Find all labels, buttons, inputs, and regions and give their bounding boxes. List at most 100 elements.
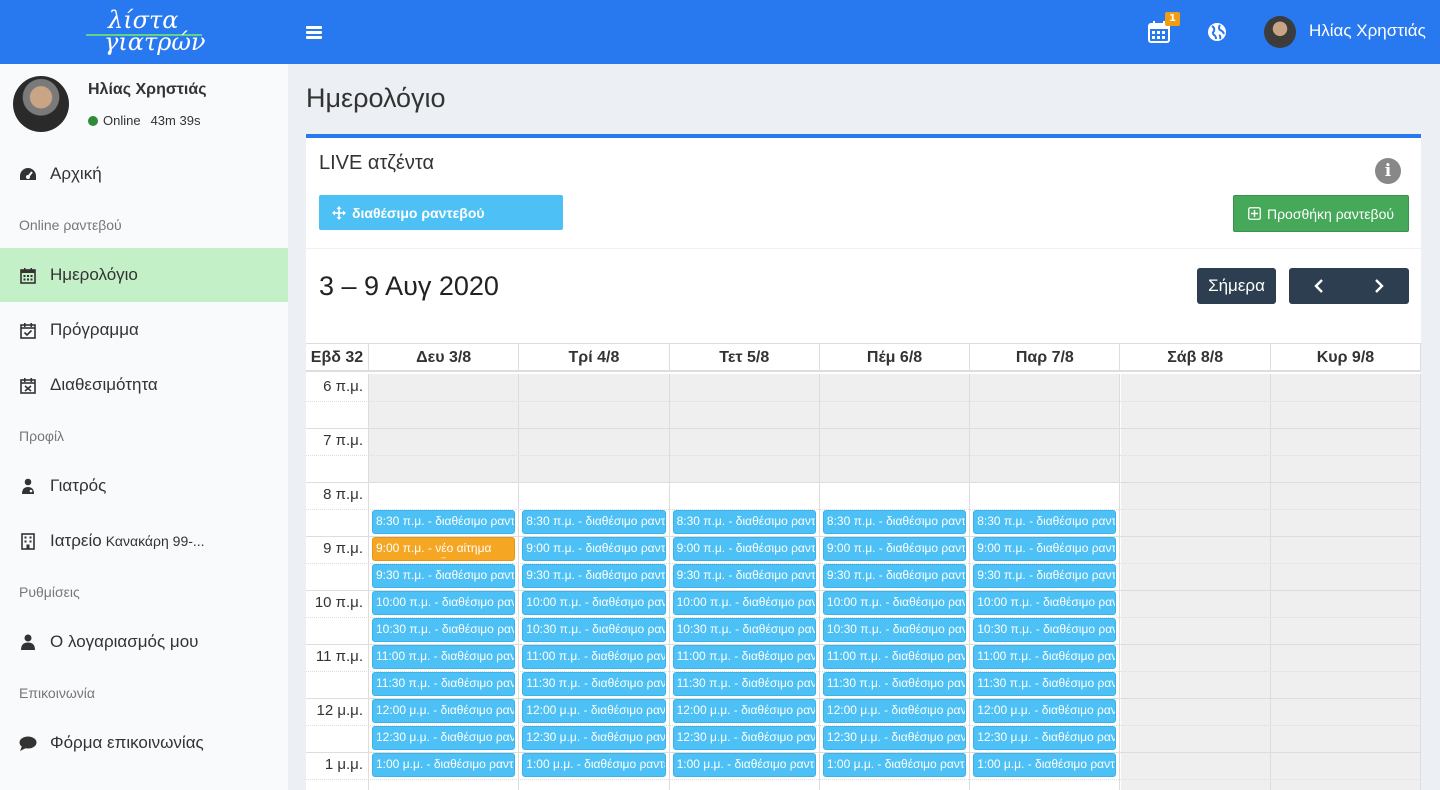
plus-square-icon <box>1248 207 1261 220</box>
sidebar-avatar <box>13 76 69 132</box>
day-header[interactable]: Τετ 5/8 <box>670 344 820 371</box>
available-slot-event[interactable]: 12:30 μ.μ. - διαθέσιμο ραντεβού <box>822 726 967 750</box>
available-slot-event[interactable]: 10:30 π.μ. - διαθέσιμο ραντεβού <box>522 618 666 642</box>
logo[interactable]: λίστα γιατρών <box>82 6 206 58</box>
sidebar-item-clinic[interactable]: Ιατρείο Κανακάρη 99-... <box>0 514 288 568</box>
available-slot-event[interactable]: 10:30 π.μ. - διαθέσιμο ραντεβού <box>672 618 816 642</box>
sidebar-header-online: Online ραντεβού <box>19 217 122 233</box>
available-slot-event[interactable]: 9:00 π.μ. - διαθέσιμο ραντεβού <box>973 537 1117 561</box>
available-slot-event[interactable]: 10:00 π.μ. - διαθέσιμο ραντεβού <box>672 591 816 615</box>
available-slot-event[interactable]: 10:00 π.μ. - διαθέσιμο ραντεβού <box>973 591 1117 615</box>
sidebar-item-label: Φόρμα επικοινωνίας <box>50 733 204 752</box>
time-label: 1 μ.μ. <box>324 756 363 773</box>
resize-handle[interactable]: = <box>373 554 514 560</box>
day-header[interactable]: Παρ 7/8 <box>970 344 1121 371</box>
available-slot-event[interactable]: 1:00 μ.μ. - διαθέσιμο ραντεβού <box>672 753 816 777</box>
new-request-event[interactable]: 9:00 π.μ. - νέο αίτημα = <box>372 537 516 561</box>
available-slot-event[interactable]: 12:30 μ.μ. - διαθέσιμο ραντεβού <box>522 726 666 750</box>
week-calendar: Εβδ 32 Δευ 3/8 Τρί 4/8 Τετ 5/8 Πέμ 6/8 Παρ 7/… <box>306 343 1422 790</box>
available-slot-event[interactable]: 8:30 π.μ. - διαθέσιμο ραντεβού <box>822 510 967 534</box>
add-appointment-button[interactable]: Προσθήκη ραντεβού <box>1233 195 1409 232</box>
available-slot-event[interactable]: 10:30 π.μ. - διαθέσιμο ραντεβού <box>372 618 516 642</box>
available-slot-event[interactable]: 9:30 π.μ. - διαθέσιμο ραντεβού <box>672 564 816 588</box>
available-slot-event[interactable]: 11:00 π.μ. - διαθέσιμο ραντεβού <box>973 645 1117 669</box>
day-header[interactable]: Κυρ 9/8 <box>1271 344 1422 371</box>
available-slot-event[interactable]: 11:00 π.μ. - διαθέσιμο ραντεβού <box>372 645 516 669</box>
available-slot-event[interactable]: 9:00 π.μ. - διαθέσιμο ραντεβού <box>822 537 967 561</box>
session-time: 43m 39s <box>150 113 201 128</box>
available-slot-event[interactable]: 11:30 π.μ. - διαθέσιμο ραντεβού <box>822 672 967 696</box>
available-slot-event[interactable]: 11:30 π.μ. - διαθέσιμο ραντεβού <box>522 672 666 696</box>
available-slot-event[interactable]: 1:00 μ.μ. - διαθέσιμο ραντεβού <box>973 753 1117 777</box>
available-appointment-label: διαθέσιμο ραντεβού <box>352 204 485 221</box>
day-header[interactable]: Πέμ 6/8 <box>820 344 971 371</box>
available-slot-event[interactable]: 12:30 μ.μ. - διαθέσιμο ραντεβού <box>672 726 816 750</box>
available-slot-event[interactable]: 8:30 π.μ. - διαθέσιμο ραντεβού <box>372 510 516 534</box>
move-icon <box>332 205 346 220</box>
available-slot-event[interactable]: 10:00 π.μ. - διαθέσιμο ραντεβού <box>822 591 967 615</box>
sidebar-item-contact-form[interactable]: Φόρμα επικοινωνίας <box>0 716 288 770</box>
available-slot-event[interactable]: 12:00 μ.μ. - διαθέσιμο ραντεβού <box>372 699 516 723</box>
sidebar-item-account[interactable]: Ο λογαριασμός μου <box>0 615 288 669</box>
day-column[interactable] <box>1270 374 1422 790</box>
available-slot-event[interactable]: 9:30 π.μ. - διαθέσιμο ραντεβού <box>522 564 666 588</box>
available-slot-event[interactable]: 10:30 π.μ. - διαθέσιμο ραντεβού <box>973 618 1117 642</box>
time-label: 11 π.μ. <box>315 648 363 665</box>
available-slot-event[interactable]: 9:00 π.μ. - διαθέσιμο ραντεβού <box>672 537 816 561</box>
available-slot-event[interactable]: 8:30 π.μ. - διαθέσιμο ραντεβού <box>522 510 666 534</box>
day-header[interactable]: Τρί 4/8 <box>519 344 670 371</box>
sidebar-item-schedule[interactable]: Πρόγραμμα <box>0 303 288 357</box>
day-header[interactable]: Σάβ 8/8 <box>1121 344 1271 371</box>
available-slot-event[interactable]: 12:30 μ.μ. - διαθέσιμο ραντεβού <box>372 726 516 750</box>
dashboard-icon <box>18 164 38 184</box>
header-avatar[interactable] <box>1264 16 1296 48</box>
available-slot-event[interactable]: 9:30 π.μ. - διαθέσιμο ραντεβού <box>822 564 967 588</box>
globe-icon[interactable] <box>1207 22 1227 42</box>
prev-week-button[interactable] <box>1289 268 1349 304</box>
top-navbar: λίστα γιατρών 1 Ηλίας Χρηστιάς <box>0 0 1440 64</box>
logo-line2: γιατρών <box>104 28 206 56</box>
available-slot-event[interactable]: 10:00 π.μ. - διαθέσιμο ραντεβού <box>372 591 516 615</box>
sidebar-item-availability[interactable]: Διαθεσιμότητα <box>0 358 288 412</box>
hour-line <box>306 482 1421 483</box>
next-week-button[interactable] <box>1349 268 1409 304</box>
today-button[interactable]: Σήμερα <box>1197 268 1276 304</box>
sidebar-item-home[interactable]: Αρχική <box>0 147 288 201</box>
header-user-name[interactable]: Ηλίας Χρηστιάς <box>1309 21 1426 41</box>
available-slot-event[interactable]: 12:00 μ.μ. - διαθέσιμο ραντεβού <box>522 699 666 723</box>
time-label: 7 π.μ. <box>323 432 363 449</box>
available-slot-event[interactable]: 1:00 μ.μ. - διαθέσιμο ραντεβού <box>372 753 516 777</box>
available-slot-event[interactable]: 11:30 π.μ. - διαθέσιμο ραντεβού <box>973 672 1117 696</box>
available-slot-event[interactable]: 10:30 π.μ. - διαθέσιμο ραντεβού <box>822 618 967 642</box>
sidebar-item-doctor[interactable]: Γιατρός <box>0 459 288 513</box>
available-appointment-button[interactable]: διαθέσιμο ραντεβού <box>319 195 563 230</box>
available-slot-event[interactable]: 1:00 μ.μ. - διαθέσιμο ραντεβού <box>522 753 666 777</box>
available-slot-event[interactable]: 11:30 π.μ. - διαθέσιμο ραντεβού <box>672 672 816 696</box>
day-column[interactable] <box>1120 374 1271 790</box>
building-icon <box>18 531 38 551</box>
available-slot-event[interactable]: 9:30 π.μ. - διαθέσιμο ραντεβού <box>372 564 516 588</box>
sidebar-header-settings: Ρυθμίσεις <box>19 584 80 600</box>
time-label: 10 π.μ. <box>314 594 363 611</box>
available-slot-event[interactable]: 11:30 π.μ. - διαθέσιμο ραντεβού <box>372 672 516 696</box>
notification-badge: 1 <box>1165 12 1180 26</box>
available-slot-event[interactable]: 10:00 π.μ. - διαθέσιμο ραντεβού <box>522 591 666 615</box>
available-slot-event[interactable]: 8:30 π.μ. - διαθέσιμο ραντεβού <box>973 510 1117 534</box>
online-status-dot <box>88 115 98 126</box>
available-slot-event[interactable]: 1:00 μ.μ. - διαθέσιμο ραντεβού <box>822 753 967 777</box>
available-slot-event[interactable]: 9:00 π.μ. - διαθέσιμο ραντεβού <box>522 537 666 561</box>
info-icon[interactable]: i <box>1375 158 1401 184</box>
available-slot-event[interactable]: 11:00 π.μ. - διαθέσιμο ραντεβού <box>822 645 967 669</box>
day-header[interactable]: Δευ 3/8 <box>369 344 520 371</box>
available-slot-event[interactable]: 11:00 π.μ. - διαθέσιμο ραντεβού <box>522 645 666 669</box>
available-slot-event[interactable]: 9:30 π.μ. - διαθέσιμο ραντεβού <box>973 564 1117 588</box>
available-slot-event[interactable]: 11:00 π.μ. - διαθέσιμο ραντεβού <box>672 645 816 669</box>
sidebar-item-calendar[interactable]: Ημερολόγιο <box>0 248 288 302</box>
available-slot-event[interactable]: 12:00 μ.μ. - διαθέσιμο ραντεβού <box>973 699 1117 723</box>
available-slot-event[interactable]: 12:00 μ.μ. - διαθέσιμο ραντεβού <box>822 699 967 723</box>
available-slot-event[interactable]: 8:30 π.μ. - διαθέσιμο ραντεβού <box>672 510 816 534</box>
week-number-header: Εβδ 32 <box>306 344 369 371</box>
menu-toggle-icon[interactable] <box>306 26 322 40</box>
available-slot-event[interactable]: 12:00 μ.μ. - διαθέσιμο ραντεβού <box>672 699 816 723</box>
available-slot-event[interactable]: 12:30 μ.μ. - διαθέσιμο ραντεβού <box>973 726 1117 750</box>
